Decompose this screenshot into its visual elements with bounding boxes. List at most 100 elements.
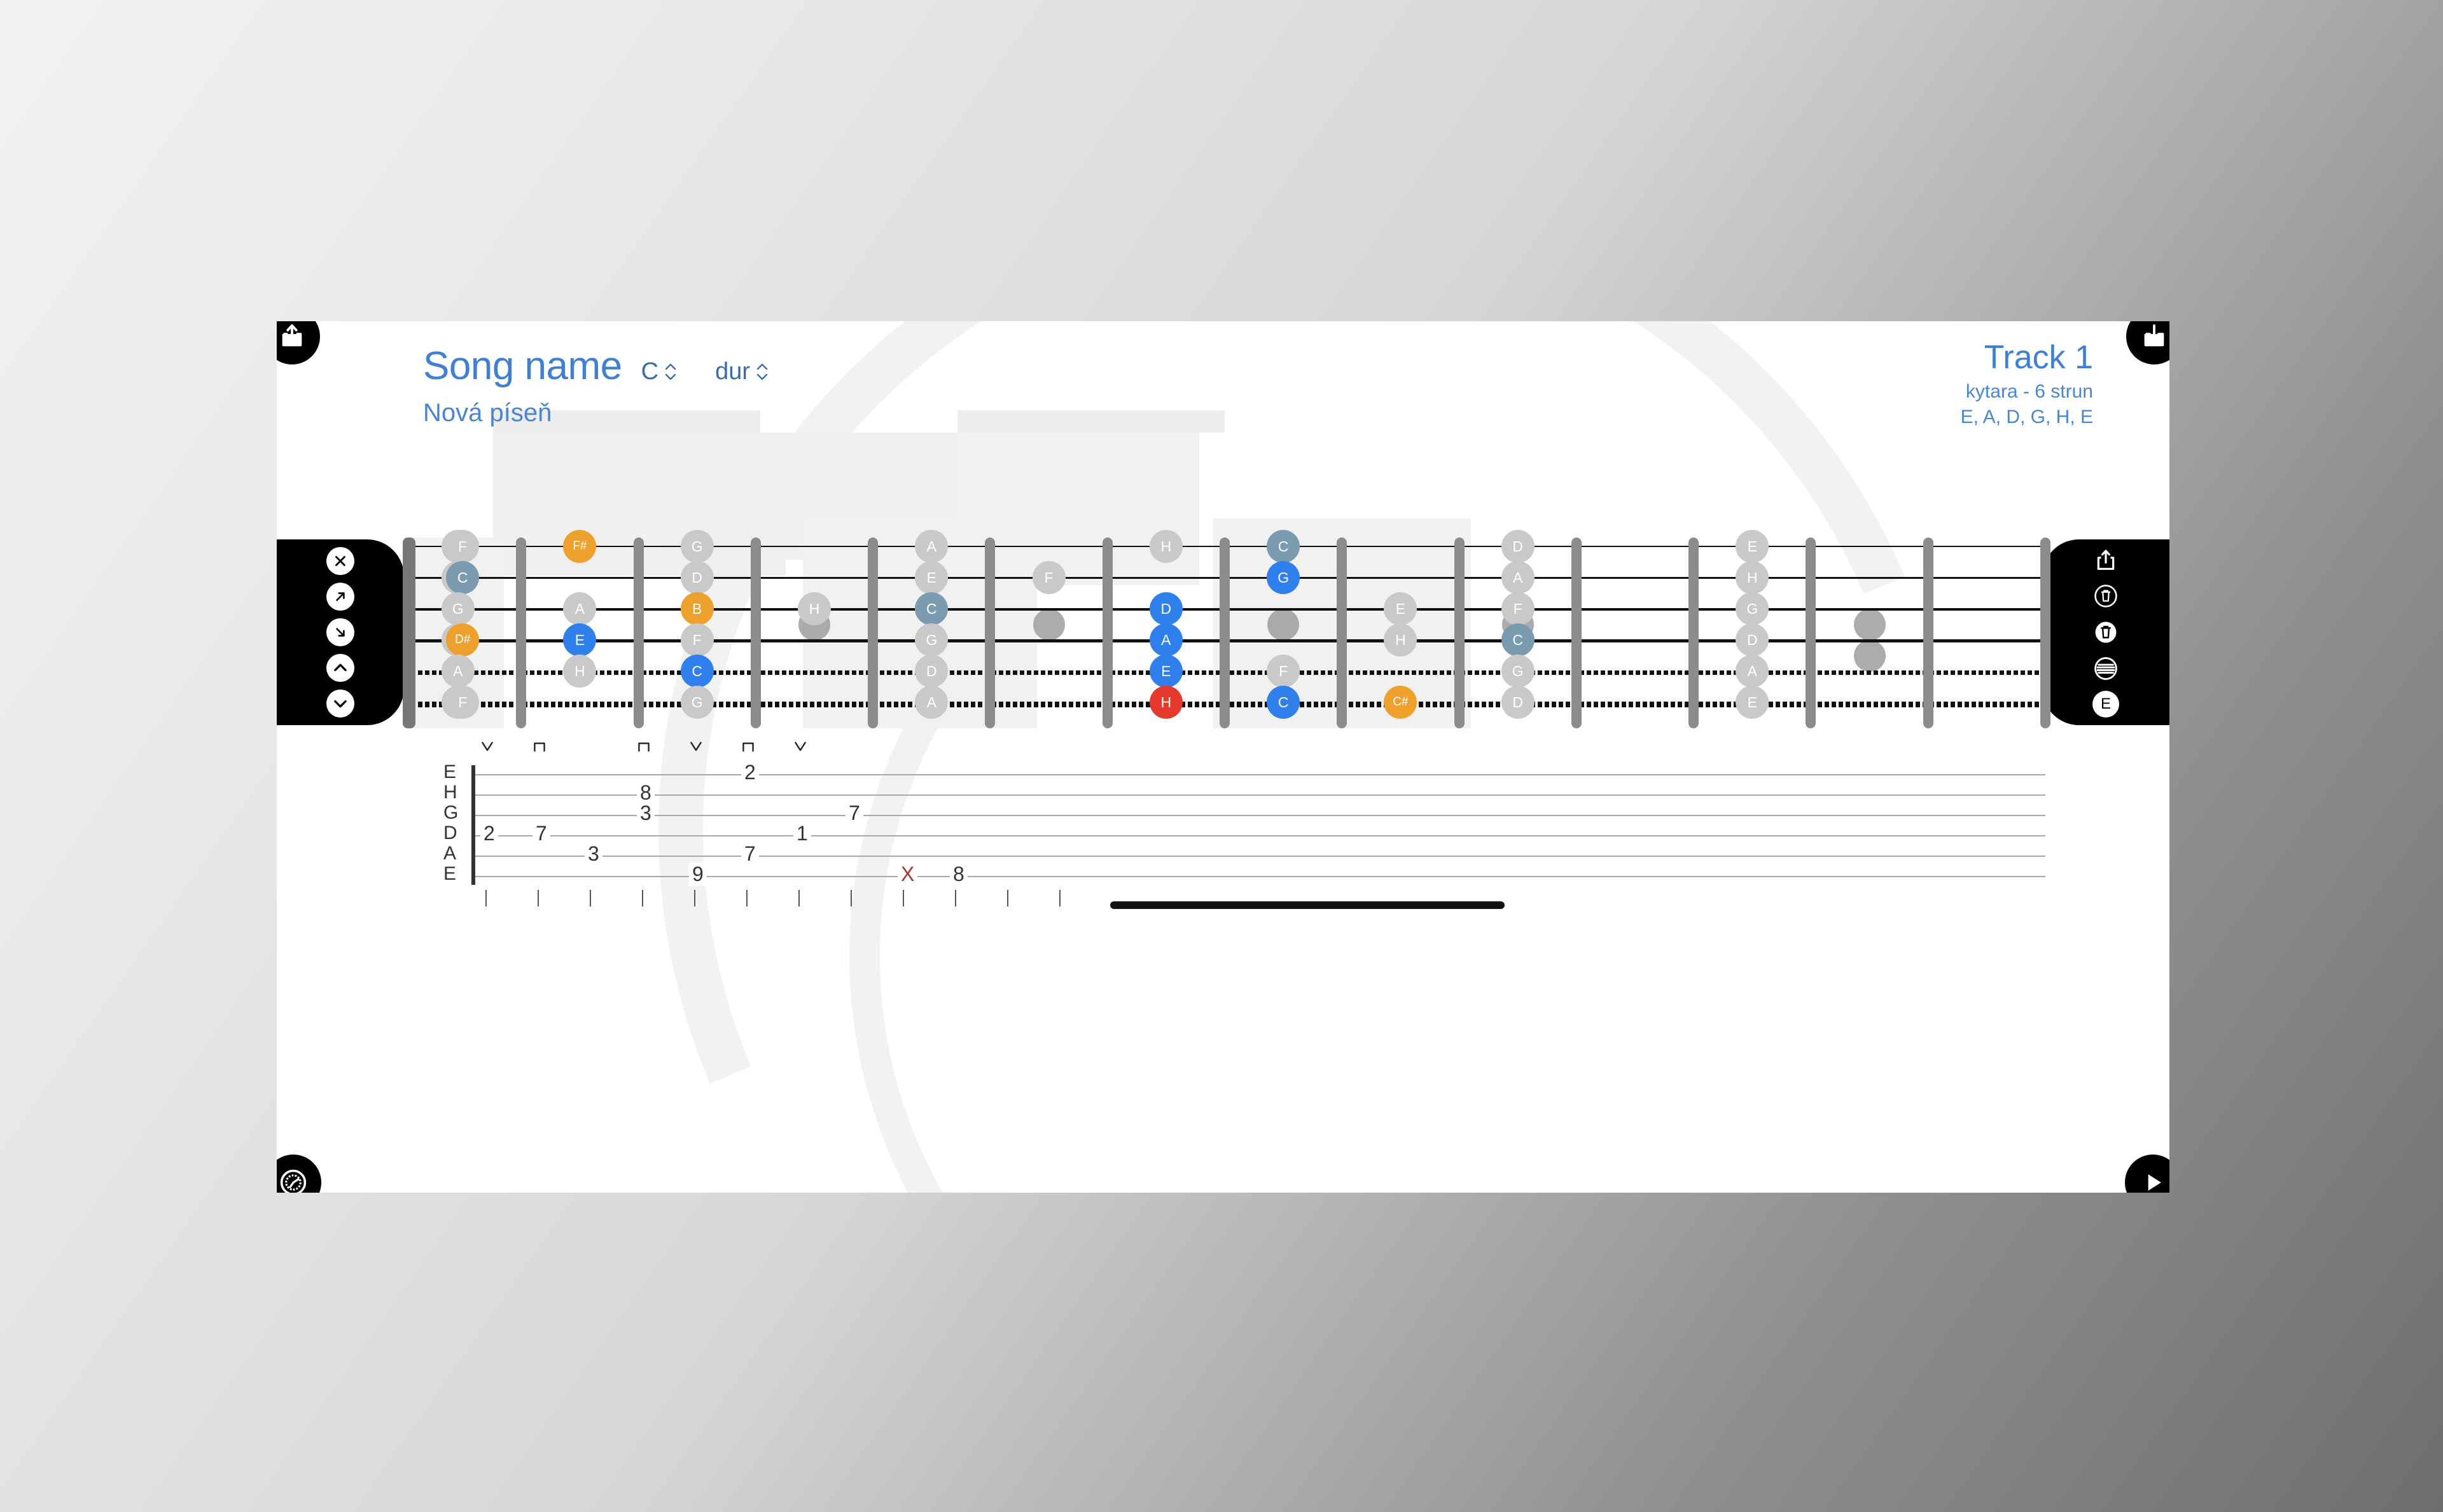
fretboard-note[interactable]: G xyxy=(1736,592,1769,625)
tab-fret-number[interactable]: 1 xyxy=(793,822,811,845)
fretboard-note[interactable]: D xyxy=(680,561,714,594)
fretboard-note[interactable]: D xyxy=(1501,530,1535,563)
fret-wire xyxy=(1102,538,1113,728)
fretboard-note[interactable]: E xyxy=(563,623,597,656)
fret-wire xyxy=(1220,538,1230,728)
scale-selector[interactable]: dur xyxy=(715,358,769,385)
track-title[interactable]: Track 1 xyxy=(1961,340,2093,375)
fret-wire xyxy=(633,538,644,728)
fret-wire xyxy=(1688,538,1699,728)
fretboard-note[interactable]: D# xyxy=(446,623,480,656)
note-e-badge[interactable]: E xyxy=(2091,689,2121,719)
fretboard-note[interactable]: F xyxy=(446,530,480,563)
track-tuning: E, A, D, G, H, E xyxy=(1960,406,2093,427)
fretboard-note[interactable]: E xyxy=(1736,530,1769,563)
rhythm-tick xyxy=(955,890,956,906)
fretboard-note[interactable]: G xyxy=(915,623,949,656)
fretboard-note[interactable]: C xyxy=(1267,530,1300,563)
tab-fret-number[interactable]: 7 xyxy=(532,822,550,845)
header-left: Song name C dur xyxy=(423,347,769,386)
fretboard-note[interactable]: F xyxy=(1501,592,1535,625)
tab-fret-number[interactable]: 3 xyxy=(637,801,655,825)
rhythm-tick xyxy=(590,890,591,906)
tab-string-line xyxy=(473,876,2045,877)
horizontal-scrollbar[interactable] xyxy=(1110,901,1505,909)
fretboard-note[interactable]: H xyxy=(1149,530,1183,563)
page-title[interactable]: Song name xyxy=(423,347,622,386)
fretboard-note[interactable]: H xyxy=(798,592,831,625)
fretboard-note[interactable]: G xyxy=(680,686,714,719)
fretboard-note[interactable]: F xyxy=(1032,561,1066,594)
fretboard-note[interactable]: G xyxy=(1267,561,1300,594)
tab-fret-number[interactable]: 7 xyxy=(741,842,759,866)
arrow-down-right-icon[interactable] xyxy=(326,618,354,646)
song-subtitle[interactable]: Nová píseň xyxy=(423,399,552,427)
chevron-updown-icon xyxy=(756,363,769,380)
fretboard-note[interactable]: D xyxy=(1736,623,1769,656)
tab-fret-number[interactable]: 7 xyxy=(846,801,863,825)
fretboard-note[interactable]: C xyxy=(680,655,714,688)
fretboard-note[interactable]: B xyxy=(680,592,714,625)
tab-measure-bar xyxy=(471,765,475,885)
fretboard-note[interactable]: E xyxy=(1149,655,1183,688)
fretboard-note[interactable]: A xyxy=(1149,623,1183,656)
rhythm-tick xyxy=(1007,890,1008,906)
fretboard-note[interactable]: G xyxy=(441,592,475,625)
chevron-down-icon[interactable] xyxy=(326,690,354,718)
tablature[interactable]: EHGDAE2733892717X8 xyxy=(404,742,2045,945)
tab-fret-number[interactable]: 2 xyxy=(741,761,759,784)
fretboard-note[interactable]: F xyxy=(1267,655,1300,688)
fretboard-note[interactable]: G xyxy=(680,530,714,563)
fretboard-note[interactable]: C xyxy=(446,561,480,594)
fretboard-note[interactable]: A xyxy=(915,530,949,563)
tab-string-label: H xyxy=(443,782,457,803)
fretboard-note[interactable]: F xyxy=(446,686,480,719)
share-icon[interactable] xyxy=(2091,545,2121,576)
fretboard-note[interactable]: A xyxy=(441,655,475,688)
arrow-up-right-icon[interactable] xyxy=(326,583,354,611)
fretboard-note[interactable]: C xyxy=(1267,686,1300,719)
fretboard-nut xyxy=(403,538,415,728)
close-button[interactable] xyxy=(326,547,354,575)
tab-fret-number[interactable]: 8 xyxy=(950,863,968,886)
tab-fret-number[interactable]: 2 xyxy=(480,822,498,845)
trash-filled-icon[interactable] xyxy=(2091,617,2121,648)
stroke-direction-down xyxy=(792,739,809,758)
fretboard-note[interactable]: F xyxy=(680,623,714,656)
fretboard-note[interactable]: A xyxy=(915,686,949,719)
fretboard-note[interactable]: F# xyxy=(563,530,597,563)
fretboard-note[interactable]: E xyxy=(915,561,949,594)
fretboard-note[interactable]: D xyxy=(915,655,949,688)
fretboard-note[interactable]: E xyxy=(1736,686,1769,719)
scale-value: dur xyxy=(715,358,750,385)
watermark-e-4 xyxy=(957,410,1225,433)
stroke-direction-up xyxy=(636,739,652,758)
fret-wire xyxy=(1337,538,1347,728)
fretboard-note[interactable]: A xyxy=(563,592,597,625)
fretboard-note[interactable]: C xyxy=(1501,623,1535,656)
fret-wire xyxy=(516,538,527,728)
fretboard[interactable]: EFF#GAHCDEHCDEFGAHGABHCDEFGDD#EFGAHCDAHC… xyxy=(403,518,2050,728)
fretboard-note[interactable]: H xyxy=(1736,561,1769,594)
tab-fret-number[interactable]: 3 xyxy=(585,842,602,866)
tab-fret-number[interactable]: 9 xyxy=(689,863,707,886)
rhythm-tick xyxy=(798,890,800,906)
fretboard-note[interactable]: H xyxy=(1149,686,1183,719)
strings-list-icon[interactable] xyxy=(2091,653,2121,684)
fretboard-note[interactable]: A xyxy=(1501,561,1535,594)
chevron-up-icon[interactable] xyxy=(326,654,354,682)
rhythm-tick xyxy=(903,890,904,906)
fretboard-note[interactable]: D xyxy=(1149,592,1183,625)
fretboard-note[interactable]: D xyxy=(1501,686,1535,719)
fretboard-note[interactable]: C xyxy=(915,592,949,625)
tab-mute-mark[interactable]: X xyxy=(898,863,918,886)
fretboard-note[interactable]: G xyxy=(1501,655,1535,688)
fretboard-note[interactable]: H xyxy=(563,655,597,688)
fretboard-note[interactable]: A xyxy=(1736,655,1769,688)
fret-wire xyxy=(868,538,879,728)
fret-wire xyxy=(2040,538,2050,728)
trash-outline-icon[interactable] xyxy=(2091,581,2121,611)
tab-fret-number[interactable]: 8 xyxy=(637,781,655,805)
fret-wire xyxy=(1571,538,1582,728)
key-selector[interactable]: C xyxy=(641,358,677,385)
